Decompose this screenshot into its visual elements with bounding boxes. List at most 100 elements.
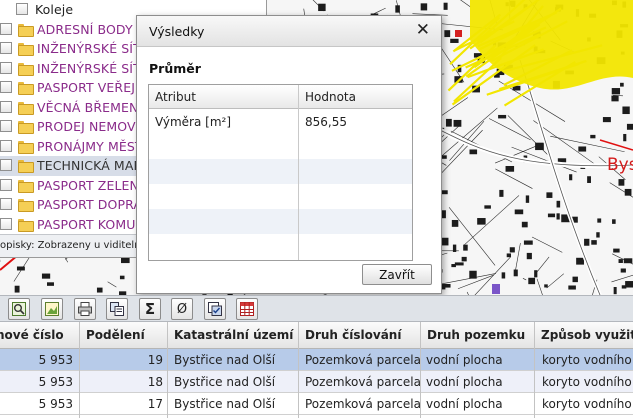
- grid-cell: 17: [147, 397, 163, 411]
- grid-cell: Pozemková parcela: [305, 353, 421, 367]
- grid-cell: 18: [147, 375, 163, 389]
- layer-label: PRODEJ NEMOVIT: [37, 119, 148, 134]
- folder-icon: [18, 218, 34, 232]
- layer-checkbox[interactable]: [0, 178, 12, 191]
- empty-row: [149, 159, 412, 184]
- layer-label: PASPORT KOMUN: [37, 216, 145, 232]
- grid-toolbar: Σ Ø: [0, 295, 633, 322]
- folder-icon: [18, 199, 34, 212]
- print-icon: [78, 302, 92, 316]
- grid-column-divider: [79, 322, 80, 418]
- table-icon: [240, 302, 254, 316]
- grid-cell: 5 953: [38, 397, 73, 411]
- attribute-cell: Výměra [m²]: [155, 115, 232, 129]
- layer-label: Koleje: [35, 2, 74, 17]
- grid-cell: vodní plocha: [426, 397, 503, 411]
- grid-cell: Bystřice nad Olší: [174, 353, 276, 367]
- zoom-to-button[interactable]: [8, 298, 30, 320]
- select-button[interactable]: [204, 298, 226, 320]
- layer-checkbox[interactable]: [0, 22, 12, 35]
- layer-label: PRONÁJMY MĚST: [37, 138, 143, 154]
- column-header-attribute[interactable]: Atribut: [155, 90, 196, 104]
- grid-cell: 19: [147, 353, 163, 367]
- grid-cell: Pozemková parcela: [305, 375, 421, 389]
- grid-cell: 5 953: [38, 353, 73, 367]
- layer-label: PASPORT VEŘEJ: [37, 80, 136, 95]
- grid-column-header[interactable]: Druh pozemku: [427, 328, 525, 342]
- grid-column-header[interactable]: Způsob využití: [541, 328, 633, 342]
- results-table: Atribut Hodnota Výměra [m²] 856,55: [148, 84, 413, 261]
- image-icon: [45, 302, 59, 316]
- table-row[interactable]: 5 953 17 Bystřice nad Olší Pozemková parcel…: [0, 393, 633, 415]
- grid-cell: 5 953: [38, 375, 73, 389]
- layer-checkbox[interactable]: [0, 42, 12, 54]
- layer-label: VĚCNÁ BŘEMENA: [37, 99, 148, 115]
- grid-column-divider: [167, 322, 168, 418]
- grid-column-divider: [420, 322, 421, 418]
- print-button[interactable]: [74, 298, 96, 320]
- column-divider: [298, 85, 299, 260]
- average-icon: Ø: [176, 301, 188, 317]
- layer-checkbox[interactable]: [0, 139, 12, 152]
- results-dialog: Výsledky ✕ Průměr Atribut Hodnota Výměra…: [136, 15, 442, 294]
- layer-label: TECHNICKÁ MAPA: [37, 158, 149, 173]
- layer-checkbox[interactable]: [0, 81, 12, 93]
- sum-icon: Σ: [144, 300, 156, 318]
- layer-checkbox[interactable]: [0, 100, 12, 113]
- value-cell: 856,55: [305, 115, 347, 129]
- grid-cell: koryto vodního to: [542, 375, 633, 389]
- layer-label: INŽENÝRSKÉ SÍTĚ: [37, 41, 149, 56]
- layer-label: ADRESNÍ BODY A: [37, 21, 146, 37]
- results-table-header: Atribut Hodnota: [149, 85, 412, 109]
- map-place-label: Bys: [607, 155, 633, 175]
- grid-column-header[interactable]: Podělení: [86, 328, 145, 342]
- layer-label: PASPORT DOPRA: [37, 197, 143, 212]
- close-button[interactable]: Zavřít: [362, 264, 432, 285]
- grid-cell: koryto vodního to: [542, 397, 633, 411]
- layer-checkbox[interactable]: [0, 120, 12, 132]
- grid-cell: vodní plocha: [426, 353, 503, 367]
- grid-column-header[interactable]: Katastrální území: [174, 328, 293, 342]
- dialog-header[interactable]: Výsledky ✕: [137, 16, 441, 47]
- copy-button[interactable]: [106, 298, 128, 320]
- grid-cell: vodní plocha: [426, 375, 503, 389]
- grid-column-divider: [534, 322, 535, 418]
- grid-cell: Bystřice nad Olší: [174, 397, 276, 411]
- folder-icon: [18, 179, 34, 193]
- average-button[interactable]: Ø: [171, 298, 193, 320]
- layer-label: INŽENÝRSKÉ SÍTĚ: [37, 60, 149, 76]
- folder-icon: [18, 23, 34, 37]
- grid-cell: koryto vodního to: [542, 353, 633, 367]
- table-row[interactable]: 5 953 18 Bystřice nad Olší Pozemková parcel…: [0, 371, 633, 393]
- folder-icon: [18, 101, 34, 115]
- image-button[interactable]: [41, 298, 63, 320]
- folder-icon: [18, 140, 34, 154]
- layer-checkbox[interactable]: [16, 3, 28, 15]
- folder-icon: [18, 82, 34, 95]
- grid-column-header[interactable]: Druh číslování: [305, 328, 401, 342]
- empty-row: [149, 209, 412, 234]
- grid-cell: Pozemková parcela: [305, 397, 421, 411]
- table-button[interactable]: [236, 298, 258, 320]
- zoom-to-icon: [12, 302, 26, 316]
- close-icon[interactable]: ✕: [416, 20, 430, 40]
- folder-icon: [18, 160, 34, 173]
- grid-cell: Bystřice nad Olší: [174, 375, 276, 389]
- dialog-title: Výsledky: [149, 24, 205, 39]
- table-row[interactable]: 5 953 19 Bystřice nad Olší Pozemková parcel…: [0, 349, 633, 371]
- column-header-value[interactable]: Hodnota: [305, 90, 356, 104]
- grid-column-divider: [298, 322, 299, 418]
- grid-header: nové číslo Podělení Katastrální území Dr…: [0, 322, 633, 349]
- layer-checkbox[interactable]: [0, 198, 12, 210]
- sum-button[interactable]: Σ: [139, 298, 161, 320]
- layer-label: PASPORT ZELEN: [37, 177, 139, 193]
- grid-column-header[interactable]: nové číslo: [0, 328, 64, 342]
- select-icon: [208, 302, 222, 316]
- table-row[interactable]: Výměra [m²] 856,55: [149, 109, 412, 134]
- layer-checkbox[interactable]: [0, 217, 12, 230]
- parcel-data-grid: nové číslo Podělení Katastrální území Dr…: [0, 322, 633, 418]
- layer-checkbox[interactable]: [0, 61, 12, 74]
- folder-icon: [18, 43, 34, 56]
- dialog-subtitle: Průměr: [149, 61, 201, 76]
- layer-checkbox[interactable]: [0, 159, 12, 171]
